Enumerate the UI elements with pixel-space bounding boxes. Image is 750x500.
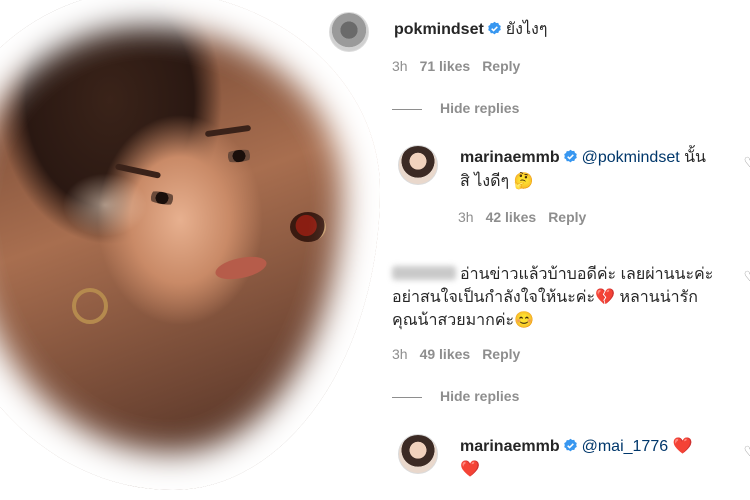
avatar[interactable] (398, 434, 438, 474)
like-heart-icon[interactable]: ♡ (743, 443, 750, 460)
divider (392, 108, 422, 110)
heart-emoji-icon: ❤️ (460, 461, 480, 478)
likes-count[interactable]: 71 likes (420, 58, 471, 74)
timestamp[interactable]: 3h (392, 58, 408, 74)
comment-line: marinaemmb @mai_1776 ❤️ (460, 435, 692, 459)
comment-text: นั้น (684, 149, 706, 166)
comment-line: คุณน้าสวยมากค่ะ😊 (392, 309, 534, 333)
comment-text: อ่านข่าวแล้วบ้าบอดีค่ะ เลยผ่านนะค่ะ (460, 266, 714, 283)
comment-text: ยังไงๆ (505, 21, 548, 38)
comment-meta: 3h 71 likes Reply (392, 58, 532, 74)
comment-line: pokmindset ยังไงๆ (394, 18, 547, 42)
comment-line: ❤️ (460, 458, 480, 482)
comment-meta: 3h 49 likes Reply (392, 346, 532, 362)
hide-replies-label: Hide replies (440, 100, 520, 116)
likes-count[interactable]: 49 likes (420, 346, 471, 362)
like-heart-icon[interactable]: ♡ (743, 154, 750, 171)
mention-link[interactable]: @mai_1776 (582, 438, 669, 455)
verified-badge-icon (563, 149, 577, 163)
comment-line: สิ ไงดีๆ 🤔 (460, 170, 533, 194)
avatar[interactable] (398, 145, 438, 185)
username[interactable]: pokmindset (394, 21, 484, 38)
reply-button[interactable]: Reply (482, 58, 520, 74)
comment-text: คุณน้าสวยมากค่ะ😊 (392, 312, 535, 329)
hide-replies-label: Hide replies (440, 388, 520, 404)
comment-line: อ่านข่าวแล้วบ้าบอดีค่ะ เลยผ่านนะค่ะ (392, 263, 713, 287)
blurred-username (392, 266, 456, 280)
username[interactable]: marinaemmb (460, 438, 560, 455)
comment-line: marinaemmb @pokmindset นั้น (460, 146, 706, 170)
hide-replies-button[interactable]: Hide replies (392, 100, 519, 116)
comment-text: สิ ไงดีๆ 🤔 (460, 173, 534, 190)
reply-button[interactable]: Reply (482, 346, 520, 362)
comment-meta: 3h 42 likes Reply (458, 209, 598, 225)
mention-link[interactable]: @pokmindset (582, 149, 680, 166)
divider (392, 396, 422, 398)
like-heart-icon[interactable]: ♡ (743, 268, 750, 285)
avatar[interactable] (329, 12, 369, 52)
timestamp[interactable]: 3h (392, 346, 408, 362)
reply-button[interactable]: Reply (548, 209, 586, 225)
hide-replies-button[interactable]: Hide replies (392, 388, 519, 404)
verified-badge-icon (563, 438, 577, 452)
post-photo (0, 0, 380, 500)
timestamp[interactable]: 3h (458, 209, 474, 225)
heart-emoji-icon: ❤️ (672, 438, 693, 455)
verified-badge-icon (488, 21, 501, 35)
comments-panel: pokmindset ยังไงๆ 3h 71 likes Reply Hide re… (329, 0, 750, 500)
comment-line: อย่าสนใจเป็นกำลังใจให้นะค่ะ💔 หลานน่ารัก (392, 286, 698, 310)
photo-vignette (0, 0, 380, 490)
likes-count[interactable]: 42 likes (486, 209, 537, 225)
username[interactable]: marinaemmb (460, 149, 560, 166)
comment-text: อย่าสนใจเป็นกำลังใจให้นะค่ะ💔 หลานน่ารัก (392, 289, 698, 306)
